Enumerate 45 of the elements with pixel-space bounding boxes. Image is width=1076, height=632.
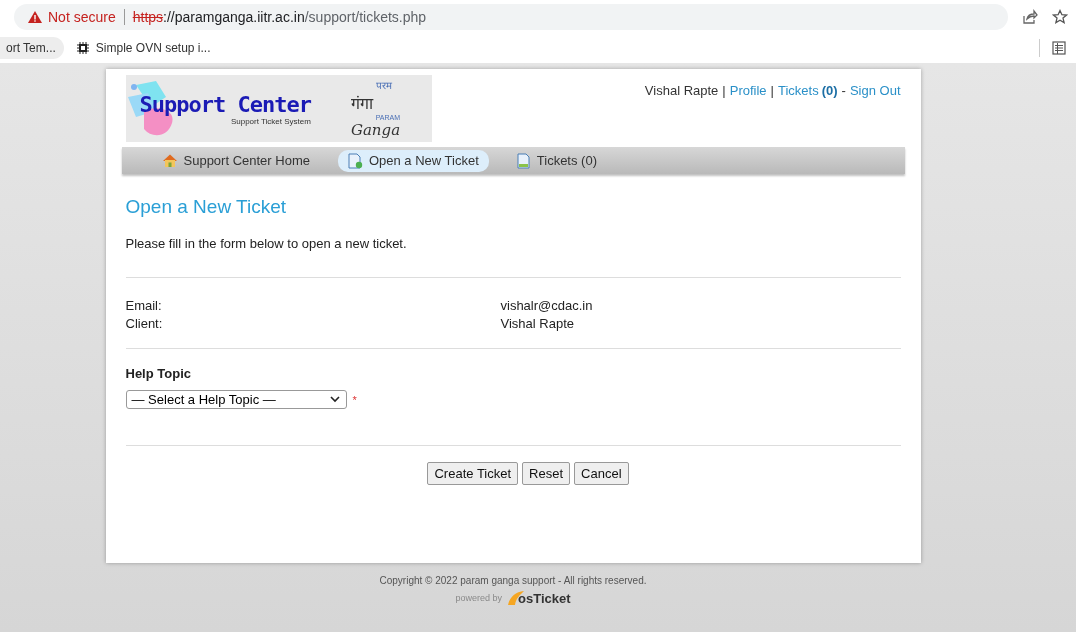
intro-text: Please fill in the form below to open a new ticket. (125, 236, 408, 251)
header-link[interactable]: Tickets (777, 83, 819, 98)
separator: - (841, 83, 846, 98)
help-topic-select[interactable]: — Select a Help Topic — (125, 390, 347, 409)
star-icon[interactable] (1052, 8, 1068, 25)
bookmark[interactable]: Simple OVN setup i... (75, 41, 211, 55)
header-link[interactable]: Profile (729, 83, 767, 98)
form-button[interactable]: Create Ticket (427, 462, 519, 485)
powered-by-text: powered by (455, 593, 502, 603)
warning-icon (28, 10, 42, 23)
share-icon[interactable] (1022, 8, 1038, 25)
nav-tab[interactable]: Tickets (0) (506, 149, 607, 172)
separator: | (770, 83, 774, 98)
logo-subtitle: Support Ticket System (230, 116, 311, 126)
document-icon (516, 152, 531, 169)
bookmark[interactable]: ort Tem... (0, 37, 64, 59)
form-button[interactable]: Reset (522, 462, 571, 485)
required-mark: * (352, 393, 357, 406)
page-title: Open a New Ticket (125, 196, 288, 218)
logo-script-text: Ganga (350, 121, 401, 139)
address-bar[interactable]: Not secure https://paramganga.iitr.ac.in/support/tickets.php (14, 3, 1008, 30)
copyright-text: Copyright © 2022 param ganga support - All rights reserved. (379, 575, 647, 586)
form-button[interactable]: Cancel (574, 462, 629, 485)
logo-title: Support Center (139, 91, 311, 117)
house-icon (161, 153, 178, 168)
field-value: vishalr@cdac.in (500, 298, 594, 313)
chip-icon (75, 41, 90, 55)
section-label: Help Topic (125, 366, 192, 381)
document-add-icon (347, 152, 363, 169)
nav-tab[interactable]: Support Center Home (151, 150, 320, 171)
nav-tab[interactable]: Open a New Ticket (337, 149, 489, 172)
logo-small-text: परम (375, 79, 393, 92)
reading-list-icon[interactable] (1052, 41, 1066, 55)
user-name: Vishal Rapte (644, 83, 719, 98)
field-label: Email: (125, 298, 163, 313)
header-link[interactable]: Sign Out (849, 83, 901, 98)
logo-hindi-text: गंगा (350, 94, 375, 114)
ticket-count: (0) (821, 83, 838, 98)
url-text: https://paramganga.iitr.ac.in/support/tickets.php (132, 8, 427, 25)
field-value: Vishal Rapte (500, 316, 575, 331)
separator: | (722, 83, 726, 98)
field-label: Client: (125, 316, 164, 331)
brand-logo[interactable]: osTicket (506, 590, 571, 606)
chevron-down-icon (329, 396, 340, 403)
security-label: Not secure (48, 8, 116, 25)
